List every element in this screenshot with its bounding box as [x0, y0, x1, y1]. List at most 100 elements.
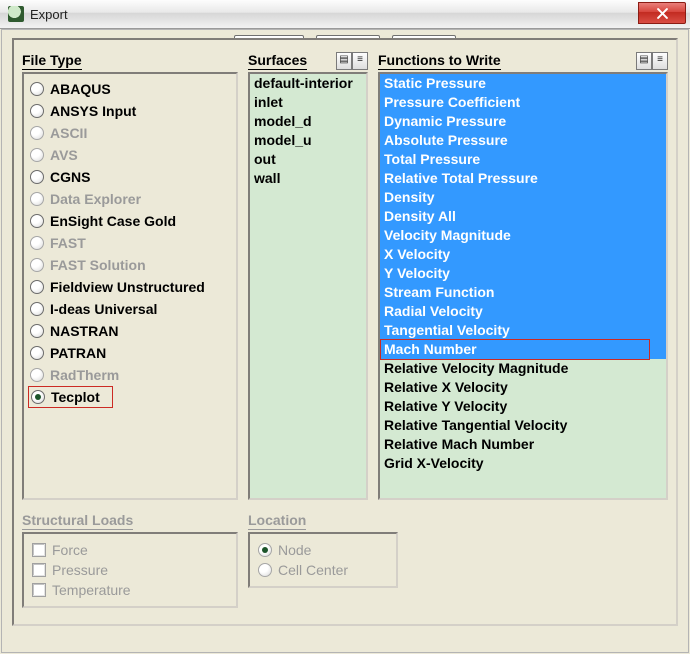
structural-loads-item: Force [32, 540, 228, 560]
file-type-option-label: FAST [50, 235, 86, 251]
file-type-option-label: ABAQUS [50, 81, 111, 97]
radio-icon [30, 148, 44, 162]
radio-icon [258, 543, 272, 557]
surfaces-item[interactable]: wall [250, 169, 366, 188]
file-type-option-label: FAST Solution [50, 257, 146, 273]
structural-loads-item: Temperature [32, 580, 228, 600]
radio-icon [30, 82, 44, 96]
functions-item[interactable]: Total Pressure [380, 150, 666, 169]
file-type-highlight: Tecplot [28, 386, 113, 408]
file-type-header: File Type [22, 48, 238, 70]
file-type-option[interactable]: EnSight Case Gold [30, 210, 230, 232]
file-type-option[interactable]: Tecplot [30, 386, 230, 408]
functions-item[interactable]: Grid X-Velocity [380, 454, 666, 473]
functions-listbox[interactable]: Static PressurePressure CoefficientDynam… [380, 74, 666, 498]
structural-loads-item-label: Force [52, 542, 88, 558]
functions-item[interactable]: Stream Function [380, 283, 666, 302]
location-option: Cell Center [258, 560, 388, 580]
functions-item[interactable]: Relative Tangential Velocity [380, 416, 666, 435]
file-type-option-label: I-deas Universal [50, 301, 157, 317]
surfaces-item[interactable]: model_d [250, 112, 366, 131]
file-type-option-label: Tecplot [51, 389, 100, 405]
functions-reset-button[interactable]: ≡ [652, 52, 668, 70]
functions-item[interactable]: Dynamic Pressure [380, 112, 666, 131]
structural-loads-item-label: Pressure [52, 562, 108, 578]
surfaces-select-all-button[interactable]: ▤ [336, 52, 352, 70]
checkbox-icon [32, 543, 46, 557]
radio-icon [30, 192, 44, 206]
surfaces-item[interactable]: out [250, 150, 366, 169]
file-type-option: AVS [30, 144, 230, 166]
surfaces-item[interactable]: inlet [250, 93, 366, 112]
window-title: Export [30, 7, 68, 22]
dialog-inner-panel: File Type ABAQUS ANSYS Input ASCII AVS CGNS D… [12, 38, 678, 626]
surfaces-header: Surfaces ▤ ≡ [248, 48, 368, 70]
surfaces-item[interactable]: default-interior [250, 74, 366, 93]
functions-item[interactable]: Pressure Coefficient [380, 93, 666, 112]
app-icon [8, 6, 24, 22]
functions-item[interactable]: Relative Velocity Magnitude [380, 359, 666, 378]
radio-icon [30, 126, 44, 140]
functions-item[interactable]: Y Velocity [380, 264, 666, 283]
file-type-option-label: Data Explorer [50, 191, 141, 207]
structural-loads-item: Pressure [32, 560, 228, 580]
functions-item[interactable]: Static Pressure [380, 74, 666, 93]
functions-item[interactable]: Mach Number [380, 340, 666, 359]
export-dialog: File Type ABAQUS ANSYS Input ASCII AVS CGNS D… [1, 29, 689, 653]
surfaces-label: Surfaces [248, 52, 307, 70]
file-type-list[interactable]: ABAQUS ANSYS Input ASCII AVS CGNS Data Explor… [22, 72, 238, 500]
radio-icon [258, 563, 272, 577]
surfaces-reset-button[interactable]: ≡ [352, 52, 368, 70]
file-type-option-label: EnSight Case Gold [50, 213, 176, 229]
checkbox-icon [32, 583, 46, 597]
functions-item[interactable]: Density [380, 188, 666, 207]
location-group: Location NodeCell Center [248, 512, 398, 608]
surfaces-header-buttons: ▤ ≡ [336, 52, 368, 70]
surfaces-listbox-wrap: default-interiorinletmodel_dmodel_uoutwa… [248, 72, 368, 500]
file-type-option-label: RadTherm [50, 367, 119, 383]
functions-item[interactable]: Relative X Velocity [380, 378, 666, 397]
file-type-option-label: ANSYS Input [50, 103, 136, 119]
functions-column: Functions to Write ▤ ≡ Static PressurePr… [378, 48, 668, 500]
file-type-option[interactable]: I-deas Universal [30, 298, 230, 320]
file-type-label: File Type [22, 52, 82, 70]
functions-item[interactable]: Relative Total Pressure [380, 169, 666, 188]
functions-item[interactable]: Relative Y Velocity [380, 397, 666, 416]
functions-item[interactable]: Density All [380, 207, 666, 226]
file-type-option[interactable]: CGNS [30, 166, 230, 188]
structural-loads-box: Force Pressure Temperature [22, 532, 238, 608]
functions-header-buttons: ▤ ≡ [636, 52, 668, 70]
file-type-column: File Type ABAQUS ANSYS Input ASCII AVS CGNS D… [22, 48, 238, 500]
radio-icon [30, 104, 44, 118]
file-type-option: FAST Solution [30, 254, 230, 276]
file-type-option[interactable]: NASTRAN [30, 320, 230, 342]
functions-item[interactable]: Velocity Magnitude [380, 226, 666, 245]
location-box: NodeCell Center [248, 532, 398, 588]
file-type-option[interactable]: Fieldview Unstructured [30, 276, 230, 298]
structural-loads-label: Structural Loads [22, 512, 133, 530]
file-type-option[interactable]: ABAQUS [30, 78, 230, 100]
radio-icon [30, 170, 44, 184]
functions-item[interactable]: X Velocity [380, 245, 666, 264]
functions-label: Functions to Write [378, 52, 501, 70]
surfaces-listbox[interactable]: default-interiorinletmodel_dmodel_uoutwa… [250, 74, 366, 498]
radio-icon [30, 236, 44, 250]
file-type-option-label: CGNS [50, 169, 90, 185]
window-titlebar: Export [0, 0, 690, 29]
functions-select-all-button[interactable]: ▤ [636, 52, 652, 70]
file-type-option: RadTherm [30, 364, 230, 386]
file-type-option-label: AVS [50, 147, 78, 163]
location-option-label: Cell Center [278, 562, 348, 578]
functions-item[interactable]: Tangential Velocity [380, 321, 666, 340]
file-type-option[interactable]: ANSYS Input [30, 100, 230, 122]
close-window-button[interactable] [638, 2, 686, 24]
structural-loads-item-label: Temperature [52, 582, 131, 598]
functions-item[interactable]: Absolute Pressure [380, 131, 666, 150]
functions-item[interactable]: Relative Mach Number [380, 435, 666, 454]
radio-icon [30, 324, 44, 338]
file-type-option[interactable]: PATRAN [30, 342, 230, 364]
functions-item[interactable]: Radial Velocity [380, 302, 666, 321]
checkbox-icon [32, 563, 46, 577]
file-type-option-label: ASCII [50, 125, 87, 141]
surfaces-item[interactable]: model_u [250, 131, 366, 150]
